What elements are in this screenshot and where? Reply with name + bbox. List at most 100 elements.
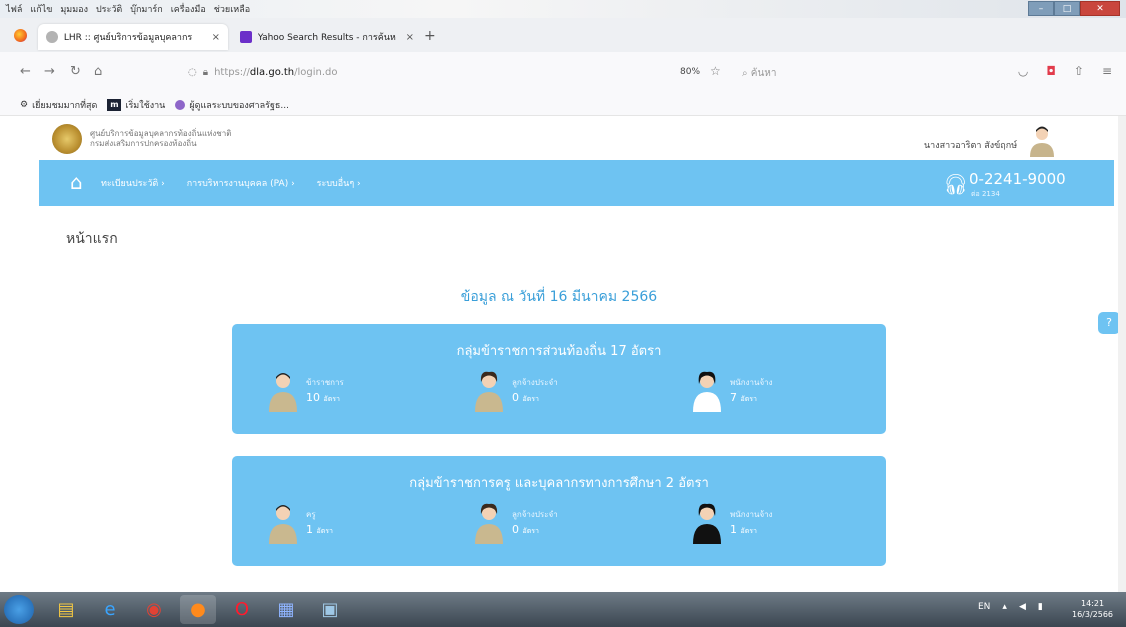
m-logo-icon: m: [107, 98, 122, 111]
page-title: หน้าแรก: [66, 231, 118, 247]
group-card-local-officials: กลุ่มข้าราชการส่วนท้องถิ่น 17 อัตรา ข้าร…: [232, 324, 886, 434]
start-button[interactable]: [4, 595, 34, 624]
site-header: ศูนย์บริการข้อมูลบุคลากรท้องถิ่นแห่งชาติ…: [0, 116, 1118, 160]
stat-value: 7 อัตรา: [730, 391, 757, 405]
tab-yahoo[interactable]: Yahoo Search Results - การค้นหา ×: [232, 24, 422, 50]
male-officer-icon: [269, 373, 297, 412]
tab-title: LHR :: ศูนย์บริการข้อมูลบุคลากร: [63, 33, 193, 43]
main-menu-bar: ⌂ ทะเบียนประวัติ การบริหารงานบุคคล (PA) …: [39, 160, 1114, 206]
tab-lhr[interactable]: LHR :: ศูนย์บริการข้อมูลบุคลากร ×: [38, 24, 228, 50]
menu-view[interactable]: มุมมอง: [60, 2, 88, 16]
menu-other-systems[interactable]: ระบบอื่นๆ: [317, 176, 361, 190]
url-bar[interactable]: ◌ 🔒︎ https://dla.go.th/login.do: [188, 62, 668, 82]
opera-icon[interactable]: O: [224, 595, 260, 624]
stat-label: ข้าราชการ: [306, 378, 344, 387]
main-menu: ทะเบียนประวัติ การบริหารงานบุคคล (PA) ระ…: [101, 176, 361, 190]
home-icon[interactable]: ⌂: [94, 64, 102, 79]
volume-icon[interactable]: ◀︎: [1019, 602, 1026, 612]
shield-icon[interactable]: ◡: [1018, 64, 1028, 78]
female-officer-icon: [475, 503, 503, 544]
menu-file[interactable]: ไฟล์: [6, 2, 22, 16]
stat-unit: อัตรา: [316, 527, 333, 535]
back-icon[interactable]: ←: [20, 64, 31, 79]
hotline-ext: ต่อ 2134: [971, 190, 1000, 198]
close-tab-icon[interactable]: ×: [212, 32, 220, 43]
reload-icon[interactable]: ↻: [70, 64, 81, 79]
url-domain: dla.go.th: [249, 66, 295, 78]
female-employee-icon: [693, 371, 721, 412]
stat-unit: อัตรา: [522, 395, 539, 403]
window-titlebar: ไฟล์ แก้ไข มุมมอง ประวัติ บุ๊กมาร์ก เครื…: [0, 0, 1126, 18]
stat-label: พนักงานจ้าง: [730, 510, 773, 519]
language-indicator[interactable]: EN: [978, 602, 990, 612]
search-input[interactable]: ⌕ ค้นหา: [742, 66, 777, 81]
org-name: ศูนย์บริการข้อมูลบุคลากรท้องถิ่นแห่งชาติ…: [90, 129, 231, 149]
bookmark-third[interactable]: ผู้ดูแลระบบของศาลรัฐธ...: [175, 98, 289, 112]
lock-icon[interactable]: 🔒︎: [203, 67, 208, 78]
clock[interactable]: 14:21 16/3/2566: [1072, 598, 1113, 620]
org-name-line2: กรมส่งเสริมการปกครองท้องถิ่น: [90, 139, 197, 148]
maximize-button[interactable]: □: [1054, 1, 1080, 16]
help-icon[interactable]: ?: [1098, 312, 1120, 334]
site-icon: [175, 99, 186, 110]
menu-bookmarks[interactable]: บุ๊กมาร์ก: [130, 2, 162, 16]
home-icon[interactable]: ⌂: [70, 170, 83, 194]
stat-label: ลูกจ้างประจำ: [512, 510, 558, 519]
menu-tools[interactable]: เครื่องมือ: [171, 2, 206, 16]
pocket-icon[interactable]: ◘: [1046, 64, 1056, 78]
chevron-up-icon[interactable]: ▴: [1002, 602, 1007, 612]
internet-explorer-icon[interactable]: e: [92, 595, 128, 624]
clock-time: 14:21: [1080, 599, 1105, 608]
group-card-teachers: กลุ่มข้าราชการครู และบุคลากรทางการศึกษา …: [232, 456, 886, 566]
navigation-bar: ← → ↻ ⌂ ◌ 🔒︎ https://dla.go.th/login.do …: [0, 52, 1126, 94]
stat-number: 7: [730, 391, 737, 404]
menu-bar: ไฟล์ แก้ไข มุมมอง ประวัติ บุ๊กมาร์ก เครื…: [6, 2, 250, 16]
stat-number: 1: [306, 523, 313, 536]
chrome-icon[interactable]: ◉: [136, 595, 172, 624]
bookmark-star-icon[interactable]: ☆: [710, 64, 721, 78]
bookmark-getting-started[interactable]: m เริ่มใช้งาน: [107, 98, 165, 112]
menu-icon[interactable]: ≡: [1102, 64, 1112, 78]
bookmarks-bar: ⚙ เยี่ยมชมมากที่สุด m เริ่มใช้งาน ผู้ดูแลร…: [0, 94, 1126, 116]
yahoo-icon: [240, 31, 252, 43]
user-name[interactable]: นางสาวอาริตา สังข์ฤกษ์: [924, 138, 1017, 152]
hotline-phone: 0-2241-9000: [969, 170, 1066, 188]
menu-personnel-admin[interactable]: การบริหารงานบุคคล (PA): [187, 176, 295, 190]
headset-icon: 🎧︎: [943, 172, 969, 196]
dla-seal-logo[interactable]: [52, 124, 82, 154]
minimize-button[interactable]: –: [1028, 1, 1054, 16]
stat-value: 1 อัตรา: [306, 523, 333, 537]
file-explorer-icon[interactable]: ▤: [48, 595, 84, 624]
bookmark-label: เยี่ยมชมมากที่สุด: [32, 100, 98, 111]
stat-label: ครู: [306, 510, 316, 519]
extensions-icon[interactable]: ⇧: [1074, 64, 1084, 78]
media-app-icon[interactable]: ▦: [268, 595, 304, 624]
gear-icon: ⚙: [20, 99, 29, 110]
menu-history[interactable]: ประวัติ: [96, 2, 122, 16]
signal-icon[interactable]: ▮: [1038, 602, 1043, 612]
bookmark-most-visited[interactable]: ⚙ เยี่ยมชมมากที่สุด: [20, 98, 97, 112]
female-employee-icon: [693, 503, 721, 544]
new-tab-button[interactable]: +: [424, 28, 436, 44]
menu-help[interactable]: ช่วยเหลือ: [214, 2, 250, 16]
menu-registration[interactable]: ทะเบียนประวัติ: [101, 176, 165, 190]
tab-strip: LHR :: ศูนย์บริการข้อมูลบุคลากร × Yahoo …: [0, 18, 1126, 52]
zoom-level[interactable]: 80%: [680, 67, 700, 77]
shield-icon[interactable]: ◌: [188, 67, 197, 78]
forward-icon[interactable]: →: [44, 64, 55, 79]
stat-number: 10: [306, 391, 320, 404]
page-scrollbar[interactable]: [1118, 116, 1126, 592]
close-tab-icon[interactable]: ×: [406, 32, 414, 43]
org-name-line1: ศูนย์บริการข้อมูลบุคลากรท้องถิ่นแห่งชาติ: [90, 129, 232, 138]
url-prefix: https://: [214, 66, 250, 78]
user-avatar[interactable]: [1028, 125, 1056, 157]
close-window-button[interactable]: ✕: [1080, 1, 1120, 16]
firefox-taskbar-icon[interactable]: ●: [180, 595, 216, 624]
toolbar-icons: ◡ ◘ ⇧ ≡: [1018, 64, 1112, 78]
male-teacher-icon: [269, 505, 297, 544]
stat-unit: อัตรา: [323, 395, 340, 403]
window-app-icon[interactable]: ▣: [312, 595, 348, 624]
stat-number: 0: [512, 391, 519, 404]
firefox-icon[interactable]: [14, 29, 27, 42]
menu-edit[interactable]: แก้ไข: [30, 2, 52, 16]
